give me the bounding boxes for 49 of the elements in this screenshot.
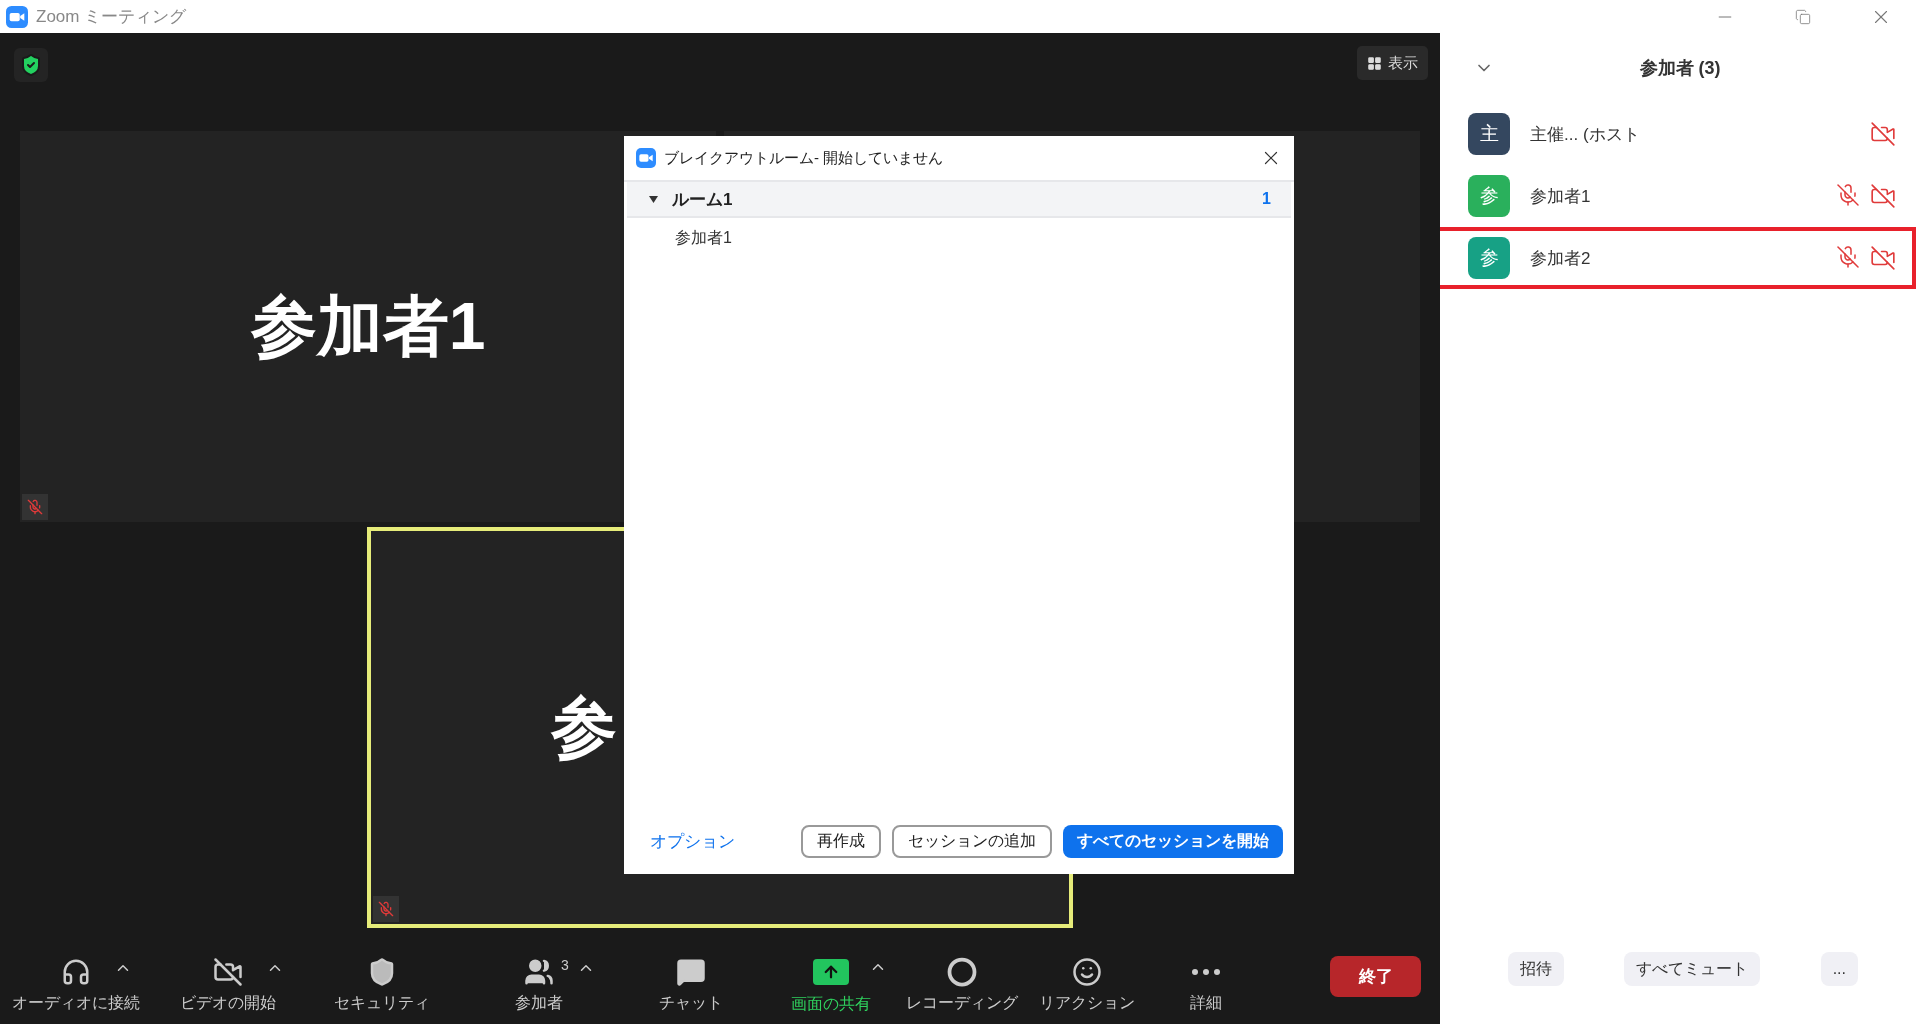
dialog-title: ブレイクアウトルーム- 開始していません — [664, 148, 945, 168]
participant-name: 主催... (ホスト — [1530, 123, 1641, 146]
chat-icon — [676, 957, 706, 987]
video-off-icon — [213, 957, 243, 987]
dialog-button[interactable]: 再作成 — [801, 824, 881, 858]
start-all-sessions-button[interactable]: すべてのセッションを開始 — [1063, 824, 1283, 858]
zoom-logo — [6, 5, 28, 28]
options-link[interactable]: オプション — [650, 829, 735, 853]
room-header[interactable]: ルーム1 1 — [627, 182, 1291, 218]
participant-name: 参加者2 — [1530, 247, 1592, 270]
panel-button[interactable]: すべてミュート — [1624, 952, 1761, 986]
more-icon — [1192, 969, 1220, 975]
record-icon — [946, 957, 977, 987]
reaction-icon — [1071, 957, 1102, 987]
zoom-logo — [636, 148, 656, 168]
participant-name: 参加者1 — [1530, 185, 1592, 208]
toolbar-button[interactable]: チャット — [618, 957, 764, 1014]
toolbar-button[interactable]: 画面の共有 — [764, 956, 897, 1015]
participant-row[interactable]: 主 主催... (ホスト — [1436, 103, 1916, 165]
participant-row[interactable]: 参 参加者1 — [1436, 165, 1916, 227]
room-participant: 参加者1 — [674, 228, 733, 248]
toolbar-button[interactable]: オーディオに接続 — [0, 957, 152, 1014]
headphones-icon — [61, 957, 91, 987]
toolbar-button[interactable]: ビデオの開始 — [152, 957, 304, 1014]
room-name: ルーム1 — [672, 188, 734, 211]
panel-title: 参加者 (3) — [1638, 57, 1722, 80]
expand-triangle-icon[interactable] — [649, 195, 658, 203]
toolbar-button[interactable]: セキュリティ — [304, 957, 460, 1014]
participant-count: 3 — [561, 957, 569, 973]
participant-avatar: 主 — [1468, 113, 1510, 155]
participant-avatar: 参 — [1468, 237, 1510, 279]
toolbar-button[interactable]: レコーディング — [897, 957, 1026, 1014]
toolbar-button[interactable]: 参加者 3 — [460, 957, 618, 1014]
end-button[interactable]: 終了 — [1330, 956, 1421, 997]
security-shield-icon — [14, 48, 48, 82]
participant-name: 参加者1 — [250, 287, 486, 365]
participant-avatar: 参 — [1468, 175, 1510, 217]
participants-icon — [524, 957, 554, 987]
window-title: Zoom ミーティング — [36, 6, 188, 28]
panel-button[interactable]: 招待 — [1508, 952, 1564, 986]
room-count: 1 — [1262, 190, 1271, 208]
dialog-button[interactable]: セッションの追加 — [892, 824, 1052, 858]
toolbar-button[interactable]: 詳細 — [1147, 957, 1265, 1014]
toolbar-button[interactable]: リアクション — [1026, 957, 1147, 1014]
grid-icon — [1367, 55, 1382, 71]
share-screen-icon — [812, 959, 849, 985]
panel-button[interactable]: ... — [1820, 952, 1858, 986]
participant-name: 参 — [551, 688, 617, 766]
view-button[interactable]: 表示 — [1357, 46, 1428, 80]
